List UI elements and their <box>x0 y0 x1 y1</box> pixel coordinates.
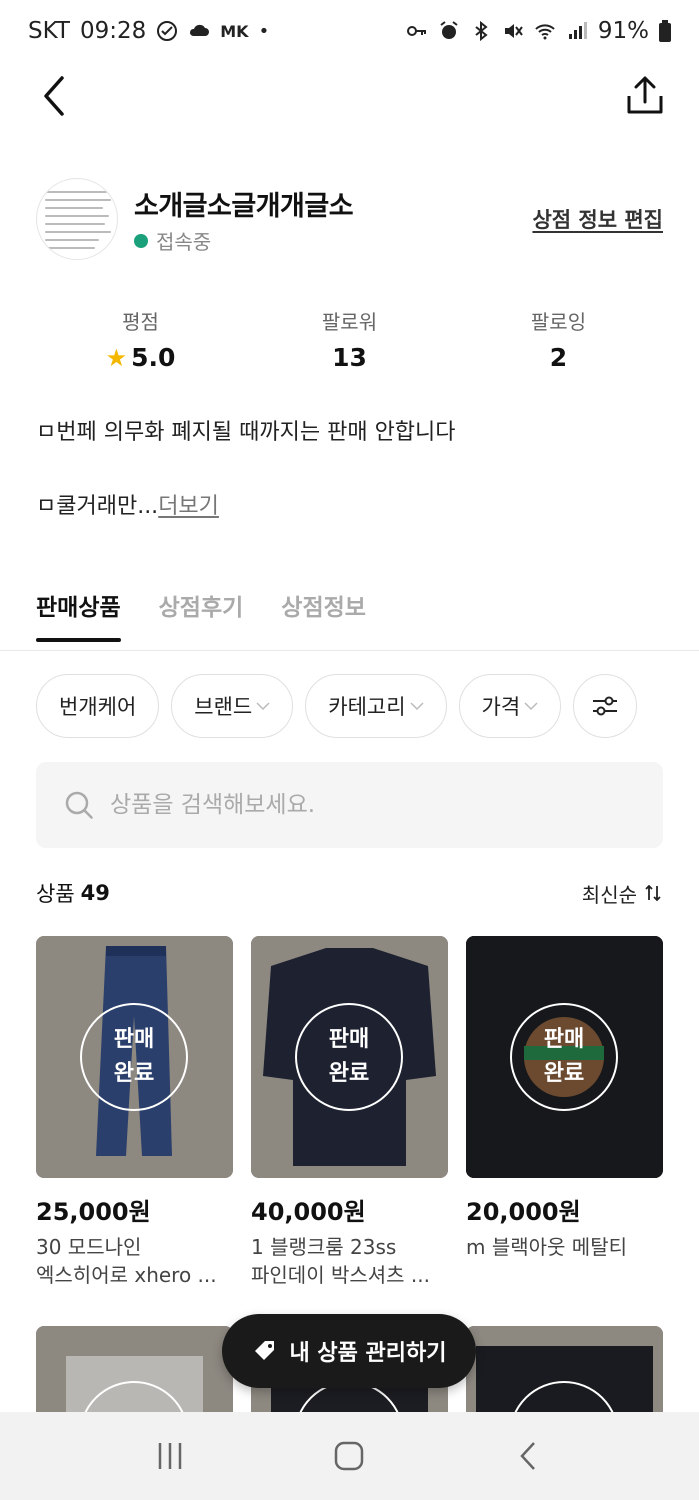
product-image: 판매 완료 <box>466 936 663 1178</box>
sort-label: 최신순 <box>581 882 637 907</box>
sold-badge: 판매 완료 <box>295 1003 403 1111</box>
sliders-icon <box>593 696 618 716</box>
dot-icon: • <box>258 20 270 42</box>
chip-label: 번개케어 <box>59 695 137 719</box>
product-title: 30 모드나인 엑스히어로 xhero ... <box>36 1235 217 1287</box>
manage-products-label: 내 상품 관리하기 <box>289 1341 447 1366</box>
search-icon <box>65 791 93 819</box>
product-price: 20,000원 <box>466 1198 581 1226</box>
product-card[interactable]: 판매 완료 40,000원 1 블랭크룸 23ss 파인데이 박스셔츠 ... <box>251 936 448 1289</box>
product-card[interactable]: 판매 완료 20,000원 m 블랙아웃 메탈티 <box>466 936 663 1289</box>
chip-label: 카테고리 <box>328 695 406 719</box>
product-count: 49 <box>80 881 110 905</box>
tab-divider <box>0 650 699 651</box>
battery-percent: 91% <box>597 18 649 44</box>
carrier: SKT <box>28 18 70 44</box>
alarm-icon <box>440 21 458 39</box>
product-image[interactable] <box>36 1326 233 1426</box>
filter-chips: 번개케어 브랜드 카테고리 가격 <box>36 674 663 738</box>
product-search-bar <box>36 762 663 848</box>
stat-rating: 평점 ★ 5.0 <box>36 306 245 372</box>
chip-label: 가격 <box>481 695 521 719</box>
chevron-down-icon <box>256 702 270 711</box>
sort-button[interactable]: 최신순 <box>582 879 663 908</box>
sort-icon <box>645 884 661 902</box>
chevron-down-icon <box>410 702 424 711</box>
stat-label: 평점 <box>122 310 159 334</box>
stat-value: 5.0 <box>131 343 176 372</box>
online-status: 접속중 <box>134 226 211 255</box>
chevron-left-icon <box>44 76 64 116</box>
share-icon <box>627 76 663 114</box>
stat-following[interactable]: 팔로잉 2 <box>454 306 663 372</box>
signal-icon <box>568 22 587 39</box>
mute-icon <box>504 24 523 38</box>
home-icon <box>335 1441 364 1471</box>
intro-line: ㅁ번페 의무화 폐지될 때까지는 판매 안합니다 <box>36 420 456 445</box>
share-button[interactable] <box>625 74 665 118</box>
chip-label: 브랜드 <box>194 695 253 719</box>
sold-badge: 판매 완료 <box>510 1003 618 1111</box>
product-title: 1 블랭크룸 23ss 파인데이 박스셔츠 ... <box>251 1235 430 1287</box>
recent-apps-icon <box>158 1443 182 1469</box>
online-dot-icon <box>134 233 148 248</box>
status-bar: SKT 09:28 MK • 91% <box>0 0 699 62</box>
intro-line: ㅁ쿨거래만... <box>36 494 159 519</box>
product-price: 25,000원 <box>36 1198 151 1226</box>
stat-value: 2 <box>549 343 568 372</box>
back-icon <box>520 1442 536 1470</box>
shop-name: 소개글소글개개글소 <box>134 191 354 222</box>
filter-price-chip[interactable]: 가격 <box>458 674 562 738</box>
product-price: 40,000원 <box>251 1198 366 1226</box>
key-icon <box>406 26 426 36</box>
tab-shop-info[interactable]: 상점정보 <box>281 588 366 640</box>
more-link[interactable]: 더보기 <box>158 494 219 519</box>
shop-profile: 소개글소글개개글소 접속중 상점 정보 편집 <box>36 178 663 262</box>
edit-shop-info-link[interactable]: 상점 정보 편집 <box>532 204 663 234</box>
tab-reviews[interactable]: 상점후기 <box>159 588 244 640</box>
product-image: 판매 완료 <box>251 936 448 1178</box>
product-image: 판매 완료 <box>36 936 233 1178</box>
filter-care-chip[interactable]: 번개케어 <box>36 674 160 738</box>
wifi-icon <box>535 24 555 40</box>
product-count-label: 상품 <box>36 882 75 906</box>
stat-label: 팔로워 <box>321 310 378 334</box>
manage-products-button[interactable]: 내 상품 관리하기 <box>222 1314 476 1388</box>
system-back-button[interactable] <box>499 1426 559 1486</box>
filter-category-chip[interactable]: 카테고리 <box>305 674 447 738</box>
search-input[interactable] <box>110 792 610 818</box>
recent-apps-button[interactable] <box>140 1426 200 1486</box>
bluetooth-icon <box>475 20 488 42</box>
shop-tabs: 판매상품 상점후기 상점정보 <box>36 588 366 642</box>
home-button[interactable] <box>319 1426 379 1486</box>
stat-label: 팔로잉 <box>530 310 587 334</box>
shop-intro: ㅁ번페 의무화 폐지될 때까지는 판매 안합니다 ㅁ쿨거래만...더보기 <box>36 418 663 522</box>
top-bar <box>0 62 699 130</box>
product-card[interactable]: 판매 완료 25,000원 30 모드나인 엑스히어로 xhero ... <box>36 936 233 1289</box>
check-circle-icon <box>157 21 178 41</box>
star-icon: ★ <box>105 343 128 372</box>
back-button[interactable] <box>36 74 76 118</box>
filter-brand-chip[interactable]: 브랜드 <box>171 674 294 738</box>
sold-badge: 판매 완료 <box>80 1003 188 1111</box>
cloud-icon <box>190 24 210 36</box>
product-title: m 블랙아웃 메탈티 <box>466 1235 627 1259</box>
chevron-down-icon <box>524 702 538 711</box>
filter-settings-button[interactable] <box>573 674 638 738</box>
product-image[interactable] <box>466 1326 663 1426</box>
product-grid: 판매 완료 25,000원 30 모드나인 엑스히어로 xhero ... 판매… <box>36 936 663 1289</box>
stat-value: 13 <box>332 343 367 372</box>
status-extra: MK <box>220 21 249 41</box>
online-status-text: 접속중 <box>156 230 212 254</box>
clock: 09:28 <box>79 18 147 44</box>
product-list-header: 상품 49 최신순 <box>36 878 663 908</box>
tab-products[interactable]: 판매상품 <box>36 588 121 642</box>
battery-icon <box>659 20 671 42</box>
avatar[interactable] <box>36 178 118 260</box>
stat-followers[interactable]: 팔로워 13 <box>245 306 454 372</box>
shop-stats: 평점 ★ 5.0 팔로워 13 팔로잉 2 <box>36 306 663 372</box>
tag-icon <box>254 1341 274 1360</box>
system-nav-bar <box>0 1412 699 1500</box>
